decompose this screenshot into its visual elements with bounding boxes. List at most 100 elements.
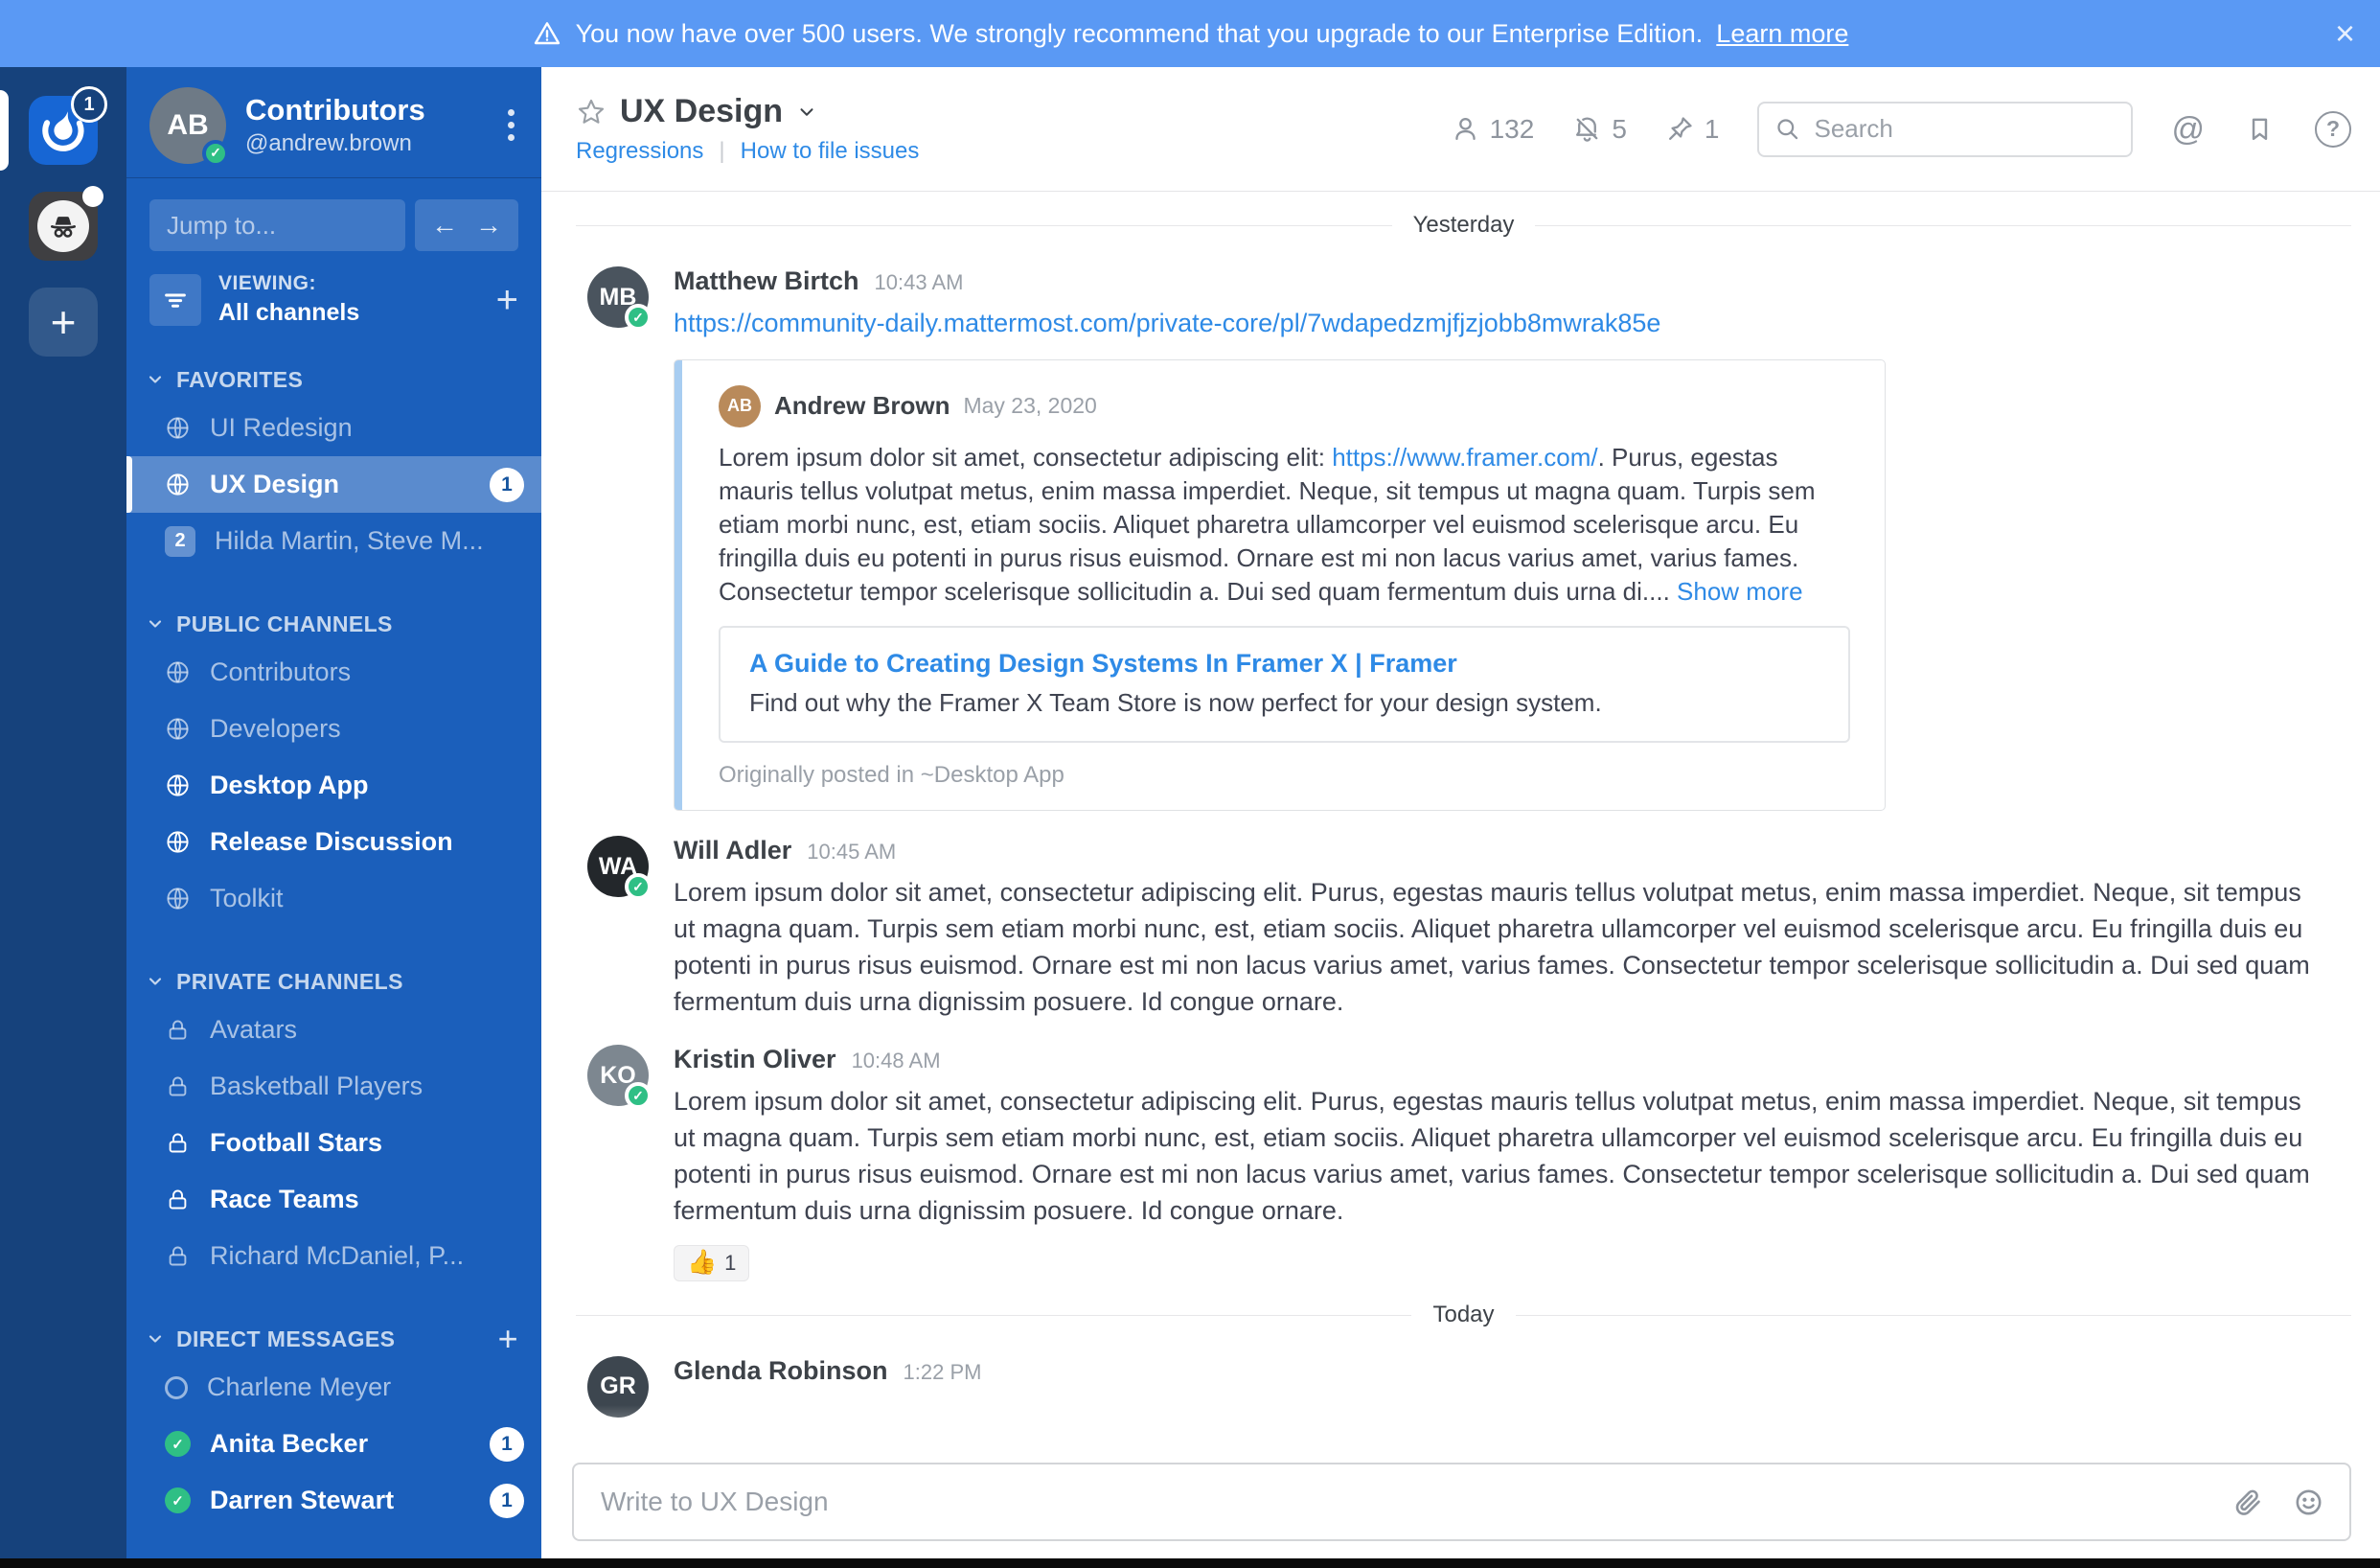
sidebar-item-avatars[interactable]: Avatars bbox=[126, 1002, 541, 1058]
add-dm-button[interactable]: + bbox=[498, 1322, 518, 1356]
sidebar-item-hilda-martin-group[interactable]: 2 Hilda Martin, Steve M... bbox=[126, 513, 541, 569]
team-name: Contributors bbox=[245, 93, 425, 127]
favorite-star-icon[interactable] bbox=[576, 97, 606, 127]
avatar[interactable]: MB ✓ bbox=[587, 266, 649, 328]
banner-learn-more-link[interactable]: Learn more bbox=[1716, 19, 1848, 49]
section-direct-messages: DIRECT MESSAGES + Charlene Meyer ✓ Anita… bbox=[126, 1319, 541, 1529]
sidebar-item-release-discussion[interactable]: Release Discussion bbox=[126, 814, 541, 870]
regressions-link[interactable]: Regressions bbox=[576, 138, 703, 165]
sidebar-item-football-stars[interactable]: Football Stars bbox=[126, 1115, 541, 1171]
globe-icon bbox=[165, 415, 191, 441]
channel-title[interactable]: UX Design bbox=[620, 93, 783, 130]
section-title: DIRECT MESSAGES bbox=[176, 1326, 395, 1352]
search-input[interactable] bbox=[1812, 113, 2116, 145]
message-author[interactable]: Glenda Robinson bbox=[674, 1356, 888, 1386]
sidebar-item-anita-becker[interactable]: ✓ Anita Becker 1 bbox=[126, 1416, 541, 1472]
dm-label: Anita Becker bbox=[210, 1429, 368, 1459]
avatar[interactable]: KO ✓ bbox=[587, 1045, 649, 1106]
channel-label: Contributors bbox=[210, 657, 351, 687]
back-arrow-button[interactable]: ← bbox=[431, 212, 458, 239]
link-preview-description: Find out why the Framer X Team Store is … bbox=[749, 688, 1821, 718]
member-count: 132 bbox=[1490, 114, 1535, 145]
sidebar-item-developers[interactable]: Developers bbox=[126, 701, 541, 757]
lock-icon bbox=[165, 1073, 191, 1099]
quoted-post-card: AB Andrew Brown May 23, 2020 Lorem ipsum… bbox=[674, 359, 1886, 811]
section-public-header[interactable]: PUBLIC CHANNELS bbox=[126, 604, 541, 644]
jump-row: ← → bbox=[126, 178, 541, 251]
member-count-button[interactable]: 132 bbox=[1451, 114, 1535, 145]
add-channel-button[interactable]: + bbox=[496, 281, 518, 319]
section-public-channels: PUBLIC CHANNELS Contributors Developers … bbox=[126, 604, 541, 927]
sidebar-item-richard-mcdaniel[interactable]: Richard McDaniel, P... bbox=[126, 1228, 541, 1284]
channel-label: Release Discussion bbox=[210, 827, 453, 857]
sidebar-item-race-teams[interactable]: Race Teams bbox=[126, 1171, 541, 1228]
quote-text-pre: Lorem ipsum dolor sit amet, consectetur … bbox=[719, 443, 1332, 472]
channel-header-links: Regressions | How to file issues bbox=[576, 138, 919, 165]
section-private-header[interactable]: PRIVATE CHANNELS bbox=[126, 961, 541, 1002]
section-private-channels: PRIVATE CHANNELS Avatars Basketball Play… bbox=[126, 961, 541, 1284]
message-author[interactable]: Matthew Birtch bbox=[674, 266, 859, 296]
bell-slash-icon bbox=[1572, 114, 1602, 144]
team-unread-badge: 1 bbox=[71, 86, 107, 123]
pinned-posts-button[interactable]: 1 bbox=[1665, 114, 1720, 145]
sidebar-item-ux-design[interactable]: UX Design 1 bbox=[126, 456, 541, 513]
framer-link[interactable]: https://www.framer.com/ bbox=[1332, 443, 1597, 472]
channel-label: Developers bbox=[210, 714, 341, 744]
team-mattermost-button[interactable]: 1 bbox=[29, 96, 98, 165]
add-team-button[interactable]: + bbox=[29, 288, 98, 357]
message-author[interactable]: Will Adler bbox=[674, 836, 791, 865]
muted-count-button[interactable]: 5 bbox=[1572, 114, 1627, 145]
jump-to-input[interactable] bbox=[149, 199, 405, 251]
avatar-initials: GR bbox=[600, 1372, 636, 1400]
quote-author[interactable]: Andrew Brown bbox=[774, 391, 950, 421]
team-incognito-button[interactable] bbox=[29, 192, 98, 261]
thumbs-up-reaction[interactable]: 👍 1 bbox=[674, 1245, 749, 1281]
sidebar-item-charlene-meyer[interactable]: Charlene Meyer bbox=[126, 1359, 541, 1416]
section-dms-header[interactable]: DIRECT MESSAGES + bbox=[126, 1319, 541, 1359]
link-preview-title[interactable]: A Guide to Creating Design Systems In Fr… bbox=[749, 649, 1457, 679]
window-bottom-edge bbox=[0, 1558, 2380, 1568]
online-badge: ✓ bbox=[625, 304, 652, 331]
filter-icon bbox=[161, 286, 190, 314]
sidebar-item-darren-stewart[interactable]: ✓ Darren Stewart 1 bbox=[126, 1472, 541, 1529]
incognito-icon bbox=[37, 200, 89, 252]
message-input[interactable] bbox=[599, 1486, 2204, 1518]
avatar[interactable]: WA ✓ bbox=[587, 836, 649, 897]
quote-origin-footer: Originally posted in ~Desktop App bbox=[719, 762, 1850, 789]
sidebar-item-basketball-players[interactable]: Basketball Players bbox=[126, 1058, 541, 1115]
user-avatar[interactable]: AB ✓ bbox=[149, 87, 226, 164]
sidebar-item-toolkit[interactable]: Toolkit bbox=[126, 870, 541, 927]
avatar[interactable]: AB bbox=[719, 385, 761, 427]
message-matthew-birtch: MB ✓ Matthew Birtch 10:43 AM https://com… bbox=[541, 242, 2380, 811]
unread-badge: 1 bbox=[490, 1427, 524, 1462]
sidebar-item-ui-redesign[interactable]: UI Redesign bbox=[126, 400, 541, 456]
sidebar-menu-button[interactable] bbox=[500, 102, 522, 149]
message-text: Lorem ipsum dolor sit amet, consectetur … bbox=[674, 875, 2319, 1020]
message-author[interactable]: Kristin Oliver bbox=[674, 1045, 836, 1074]
user-handle: @andrew.brown bbox=[245, 130, 425, 157]
viewing-label: VIEWING: bbox=[218, 272, 359, 295]
section-favorites: FAVORITES UI Redesign UX Design 1 2 Hild… bbox=[126, 359, 541, 569]
show-more-link[interactable]: Show more bbox=[1677, 577, 1803, 606]
channel-list: FAVORITES UI Redesign UX Design 1 2 Hild… bbox=[126, 327, 541, 1568]
channel-filter-button[interactable] bbox=[149, 274, 201, 326]
permalink-link[interactable]: https://community-daily.mattermost.com/p… bbox=[674, 309, 1660, 337]
help-icon[interactable]: ? bbox=[2315, 111, 2351, 148]
attachment-icon[interactable] bbox=[2232, 1487, 2264, 1518]
banner-close-button[interactable]: × bbox=[2335, 16, 2355, 51]
link-separator: | bbox=[719, 138, 724, 165]
unread-badge: 1 bbox=[490, 468, 524, 502]
sidebar-item-desktop-app[interactable]: Desktop App bbox=[126, 757, 541, 814]
mentions-icon[interactable]: @ bbox=[2171, 113, 2205, 146]
emoji-icon[interactable] bbox=[2293, 1487, 2324, 1518]
group-member-count-badge: 2 bbox=[165, 526, 195, 557]
how-to-file-issues-link[interactable]: How to file issues bbox=[741, 138, 920, 165]
search-icon bbox=[1774, 116, 1800, 142]
channel-label: UI Redesign bbox=[210, 413, 353, 443]
chevron-down-icon[interactable] bbox=[796, 102, 817, 123]
forward-arrow-button[interactable]: → bbox=[475, 212, 502, 239]
saved-posts-icon[interactable] bbox=[2245, 114, 2275, 144]
unread-badge: 1 bbox=[490, 1484, 524, 1518]
section-favorites-header[interactable]: FAVORITES bbox=[126, 359, 541, 400]
sidebar-item-contributors[interactable]: Contributors bbox=[126, 644, 541, 701]
